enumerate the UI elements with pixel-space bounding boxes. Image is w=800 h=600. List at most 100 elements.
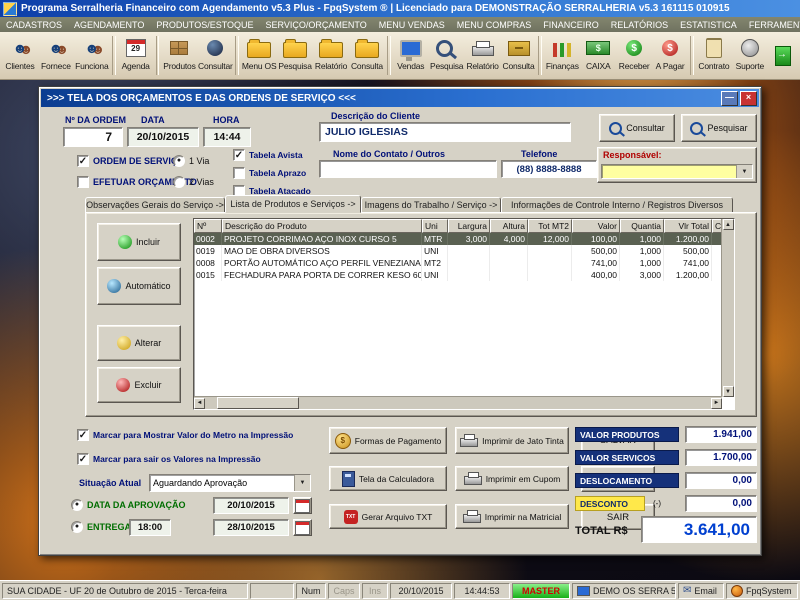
- gerar-txt-button[interactable]: Gerar Arquivo TXT: [329, 504, 447, 529]
- phone-input[interactable]: (88) 8888-8888: [501, 160, 597, 178]
- menu-item-menu-vendas[interactable]: MENU VENDAS: [373, 20, 451, 30]
- order-number-field[interactable]: 7: [63, 127, 123, 147]
- tab-observacoes[interactable]: Observações Gerais do Serviço ->: [85, 197, 225, 213]
- imprimir-jato-button[interactable]: Imprimir de Jato Tinta: [455, 427, 569, 454]
- mostrar-valor-metro-checkbox[interactable]: ✓ Marcar para Mostrar Valor do Metro na …: [77, 429, 293, 441]
- table-row[interactable]: 0019 MAO DE OBRA DIVERSOS UNI 500,00 1,0…: [194, 245, 734, 257]
- entrega-calendar-button[interactable]: [293, 519, 312, 536]
- coins-icon: [334, 432, 351, 449]
- responsavel-combo[interactable]: [601, 164, 753, 179]
- toolbar-button-consultar[interactable]: Consultar: [197, 33, 233, 78]
- data-aprovacao-radio[interactable]: ● DATA DA APROVAÇÃO: [71, 499, 186, 511]
- menu-item-ferramentas[interactable]: FERRAMENTAS: [743, 20, 800, 30]
- deslocamento-label: DESLOCAMENTO: [575, 473, 679, 488]
- status-email[interactable]: Email: [678, 582, 724, 599]
- toolbar-button-pesquisa-os[interactable]: Pesquisa: [277, 33, 313, 78]
- toolbar-button-a-pagar[interactable]: A Pagar: [652, 33, 688, 78]
- toolbar-button-relatorio-vendas[interactable]: Relatório: [465, 33, 501, 78]
- tabela-aprazo-checkbox[interactable]: Tabela Aprazo: [233, 167, 306, 179]
- search-icon: [207, 40, 224, 56]
- imprimir-cupom-button[interactable]: Imprimir em Cupom: [455, 466, 569, 491]
- entrega-time-field[interactable]: 18:00: [129, 519, 171, 536]
- toolbar-button-suporte[interactable]: Suporte: [732, 33, 768, 78]
- alterar-button[interactable]: Alterar: [97, 325, 181, 361]
- sair-valores-checkbox[interactable]: ✓ Marcar para sair os Valores na Impress…: [77, 453, 261, 465]
- horizontal-scrollbar[interactable]: [194, 396, 722, 409]
- tabela-avista-checkbox[interactable]: ✓ Tabela Avista: [233, 149, 303, 161]
- toolbar-button-consulta-vendas[interactable]: Consulta: [501, 33, 537, 78]
- scroll-right-icon[interactable]: [711, 397, 722, 409]
- toolbar-button-produtos[interactable]: Produtos: [161, 33, 197, 78]
- tab-lista-produtos[interactable]: Lista de Produtos e Serviços ->: [225, 195, 361, 213]
- toolbar-button-contrato[interactable]: Contrato: [696, 33, 732, 78]
- aprovacao-date-field[interactable]: 20/10/2015: [213, 497, 289, 514]
- aprovacao-calendar-button[interactable]: [293, 497, 312, 514]
- scroll-up-icon[interactable]: [722, 219, 734, 230]
- scrollbar-thumb[interactable]: [217, 397, 299, 409]
- window-titlebar: >>> TELA DOS ORÇAMENTOS E DAS ORDENS DE …: [41, 89, 759, 107]
- consultar-button[interactable]: Consultar: [599, 114, 675, 142]
- vertical-scrollbar[interactable]: [721, 219, 734, 397]
- toolbar-button-relatorio-os[interactable]: Relatório: [313, 33, 349, 78]
- ordem-servico-checkbox[interactable]: ✓ ORDEM DE SERVIÇO: [77, 155, 184, 167]
- hour-field[interactable]: 14:44: [203, 127, 251, 147]
- products-icon: [170, 41, 189, 55]
- toolbar-button-funcionarios[interactable]: Funciona: [74, 33, 110, 78]
- two-vias-radio[interactable]: 2 Vias: [173, 176, 214, 188]
- folder-report-icon: [319, 39, 343, 58]
- menu-item-menu-compras[interactable]: MENU COMPRAS: [451, 20, 538, 30]
- menu-item-agendamento[interactable]: AGENDAMENTO: [68, 20, 150, 30]
- scroll-down-icon[interactable]: [722, 386, 734, 397]
- scroll-left-icon[interactable]: [194, 397, 205, 409]
- desconto-minus: (-): [653, 499, 661, 508]
- one-via-radio[interactable]: ● 1 Via: [173, 155, 209, 167]
- incluir-button[interactable]: Incluir: [97, 223, 181, 261]
- situacao-combo[interactable]: Aguardando Aprovação: [149, 474, 311, 492]
- tab-strip: Observações Gerais do Serviço -> Lista d…: [85, 195, 757, 213]
- contact-input[interactable]: [319, 160, 497, 178]
- formas-pagamento-button[interactable]: Formas de Pagamento: [329, 427, 447, 454]
- table-row[interactable]: 0002 PROJETO CORRIMAO AÇO INOX CURSO 5 M…: [194, 233, 734, 245]
- menu-item-produtos-estoque[interactable]: PRODUTOS/ESTOQUE: [150, 20, 259, 30]
- desconto-value[interactable]: 0,00: [685, 495, 757, 512]
- toolbar-button-pesquisa-vendas[interactable]: Pesquisa: [429, 33, 465, 78]
- automatico-icon: [107, 279, 122, 293]
- exit-door-icon: [774, 45, 791, 66]
- toolbar-button-vendas[interactable]: Vendas: [393, 33, 429, 78]
- toolbar-button-agenda[interactable]: Agenda: [118, 33, 154, 78]
- app-titlebar: Programa Serralheria Financeiro com Agen…: [0, 0, 800, 17]
- client-label: Descrição do Cliente: [331, 111, 421, 121]
- app-icon: [3, 1, 17, 16]
- menu-item-estatistica[interactable]: ESTATISTICA: [674, 20, 743, 30]
- entrega-radio[interactable]: ● ENTREGA: [71, 521, 131, 533]
- table-row[interactable]: 0015 FECHADURA PARA PORTA DE CORRER KESO…: [194, 269, 734, 281]
- toolbar-button-receber[interactable]: Receber: [616, 33, 652, 78]
- incluir-icon: [117, 235, 132, 249]
- imprimir-matricial-button[interactable]: Imprimir na Matricial: [455, 504, 569, 529]
- client-input[interactable]: JULIO IGLESIAS: [319, 122, 571, 142]
- tab-controle-interno[interactable]: Informações de Controle Interno / Regist…: [501, 197, 733, 213]
- entrega-date-field[interactable]: 28/10/2015: [213, 519, 289, 536]
- automatico-button[interactable]: Automático: [97, 267, 181, 305]
- table-row[interactable]: 0008 PORTÃO AUTOMÁTICO AÇO PERFIL VENEZI…: [194, 257, 734, 269]
- toolbar-button-fornecedores[interactable]: Fornece: [38, 33, 74, 78]
- menu-item-relatorios[interactable]: RELATÓRIOS: [605, 20, 674, 30]
- folder-search-icon: [283, 39, 308, 58]
- pesquisar-button[interactable]: Pesquisar: [681, 114, 757, 142]
- tela-calculadora-button[interactable]: Tela da Calculadora: [329, 466, 447, 491]
- toolbar-button-caixa[interactable]: CAIXA: [580, 33, 616, 78]
- tab-imagens[interactable]: Imagens do Trabalho / Serviço ->: [361, 197, 501, 213]
- toolbar-button-exit[interactable]: [768, 33, 798, 78]
- menu-item-servico-orcamento[interactable]: SERVIÇO/ORÇAMENTO: [260, 20, 373, 30]
- toolbar-button-financas[interactable]: Finanças: [544, 33, 580, 78]
- toolbar-button-menu-os[interactable]: Menu OS: [241, 33, 277, 78]
- date-field[interactable]: 20/10/2015: [127, 127, 199, 147]
- menu-item-financeiro[interactable]: FINANCEIRO: [537, 20, 605, 30]
- toolbar-button-clientes[interactable]: Clientes: [2, 33, 38, 78]
- toolbar-button-consulta-os[interactable]: Consulta: [349, 33, 385, 78]
- products-table[interactable]: Nº Descrição do Produto Uni Largura Altu…: [193, 218, 735, 410]
- close-button[interactable]: ×: [740, 90, 757, 106]
- excluir-button[interactable]: Excluir: [97, 367, 181, 403]
- menu-item-cadastros[interactable]: CADASTROS: [0, 20, 68, 30]
- minimize-button[interactable]: —: [721, 90, 738, 106]
